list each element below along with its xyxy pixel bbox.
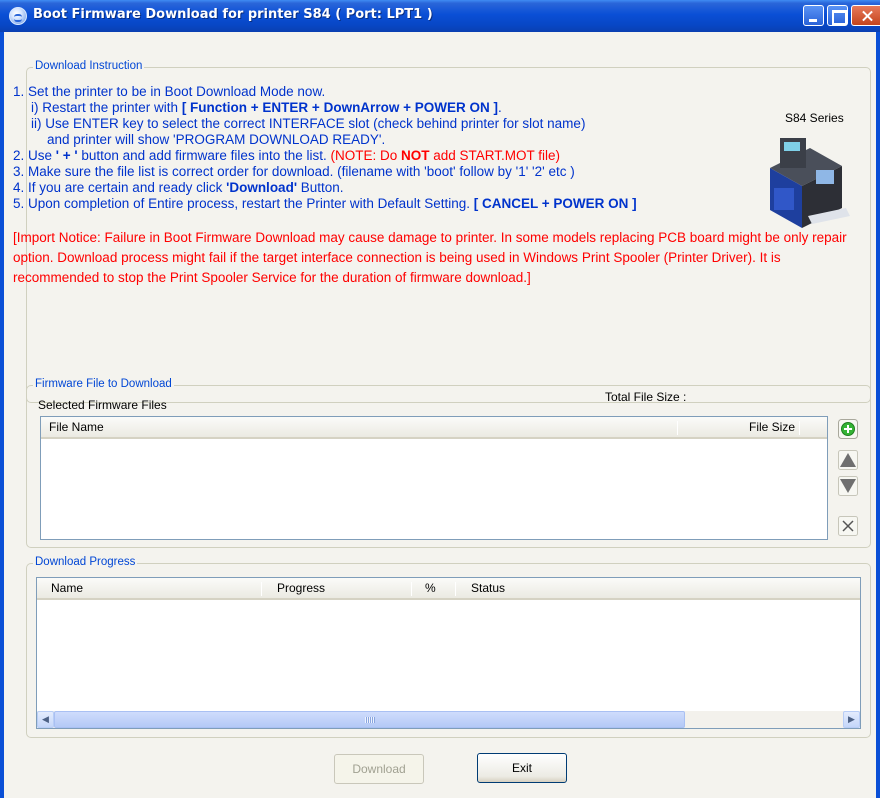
instruction-line-5: 2. Use ' + ' button and add firmware fil… (13, 148, 561, 163)
instruction-line-4: and printer will show 'PROGRAM DOWNLOAD … (47, 132, 386, 147)
maximize-button[interactable] (827, 5, 848, 26)
window-border-right (876, 32, 880, 798)
group-title: Download Instruction (33, 60, 145, 72)
group-title: Firmware File to Download (33, 378, 174, 390)
firmware-download-window: Boot Firmware Download for printer S84 (… (0, 0, 880, 798)
instruction-line-1: 1. Set the printer to be in Boot Downloa… (13, 84, 326, 99)
printer-image (770, 138, 850, 228)
client-area: Download Instruction S84 Series 1. Set t… (4, 32, 876, 798)
window-title: Boot Firmware Download for printer S84 (… (33, 7, 433, 22)
printer-series-label: S84 Series (785, 111, 844, 125)
selected-firmware-label: Selected Firmware Files (38, 398, 167, 412)
column-status[interactable]: Status (463, 578, 663, 600)
instruction-line-2: i) Restart the printer with [ Function +… (31, 100, 502, 115)
column-percent[interactable]: % (417, 578, 453, 600)
instruction-line-8: 5. Upon completion of Entire process, re… (13, 196, 637, 211)
key-combo-default: [ CANCEL + POWER ON ] (473, 196, 637, 211)
scroll-left-icon[interactable]: ◀ (37, 711, 54, 728)
download-button[interactable]: Download (334, 754, 424, 784)
instruction-line-3: ii) Use ENTER key to select the correct … (31, 116, 586, 131)
key-combo-boot: [ Function + ENTER + DownArrow + POWER O… (181, 100, 498, 115)
firmware-file-list[interactable]: File Name File Size (40, 416, 828, 540)
app-icon (9, 7, 27, 25)
scrollbar-thumb[interactable] (54, 711, 685, 728)
title-bar[interactable]: Boot Firmware Download for printer S84 (… (0, 0, 880, 32)
instruction-line-6: 3. Make sure the file list is correct or… (13, 164, 575, 179)
download-progress-list[interactable]: Name Progress % Status ◀ ▶ (36, 577, 861, 729)
exit-button[interactable]: Exit (477, 753, 567, 783)
list-header: Name Progress % Status (37, 578, 860, 600)
column-file-size[interactable]: File Size (741, 417, 801, 439)
close-button[interactable] (851, 5, 880, 26)
horizontal-scrollbar[interactable]: ◀ ▶ (37, 711, 860, 728)
column-progress[interactable]: Progress (269, 578, 409, 600)
minimize-button[interactable] (803, 5, 824, 26)
move-up-icon[interactable] (838, 450, 858, 470)
instruction-line-7: 4. If you are certain and ready click 'D… (13, 180, 344, 195)
move-down-icon[interactable] (838, 476, 858, 496)
remove-file-icon[interactable] (838, 516, 858, 536)
column-name[interactable]: Name (43, 578, 259, 600)
add-file-icon[interactable] (838, 419, 858, 439)
column-file-name[interactable]: File Name (41, 417, 677, 439)
list-header: File Name File Size (41, 417, 827, 439)
group-title: Download Progress (33, 556, 138, 568)
total-file-size-label: Total File Size : (605, 390, 687, 404)
scroll-right-icon[interactable]: ▶ (843, 711, 860, 728)
important-notice: [Import Notice: Failure in Boot Firmware… (13, 230, 847, 285)
